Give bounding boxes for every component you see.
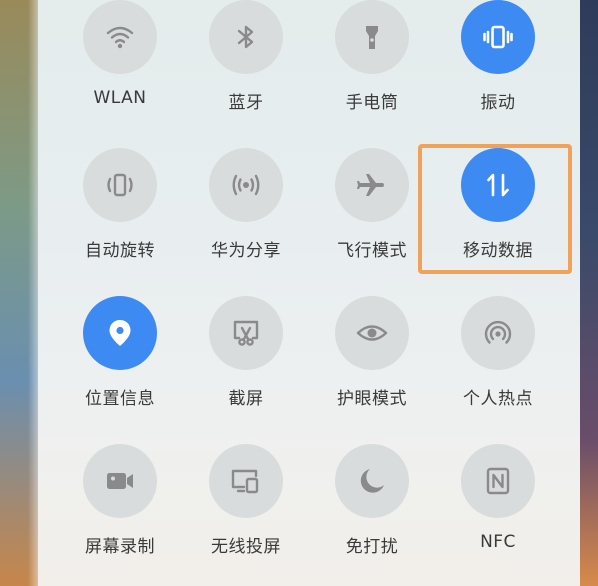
moon-icon — [360, 469, 384, 493]
tile-wireless-projection[interactable]: 无线投屏 — [176, 444, 316, 584]
location-icon — [109, 320, 131, 346]
auto-rotate-toggle[interactable] — [83, 148, 157, 222]
wifi-icon — [106, 26, 134, 49]
auto-rotate-icon — [107, 173, 133, 197]
tile-vibrate[interactable]: 振动 — [428, 0, 568, 140]
vibrate-icon — [483, 25, 513, 49]
huawei-share-icon — [232, 174, 260, 196]
tile-wlan[interactable]: WLAN — [50, 0, 190, 140]
tile-screen-record[interactable]: 屏幕录制 — [50, 444, 190, 584]
tile-eye-comfort[interactable]: 护眼模式 — [302, 296, 442, 436]
flashlight-toggle[interactable] — [335, 0, 409, 74]
location-label: 位置信息 — [85, 389, 155, 409]
bluetooth-label: 蓝牙 — [228, 93, 264, 113]
do-not-disturb-label: 免打扰 — [345, 537, 399, 557]
left-wallpaper-edge — [0, 0, 38, 586]
nfc-icon — [486, 467, 510, 495]
wlan-label: WLAN — [93, 88, 147, 108]
tile-huawei-share[interactable]: 华为分享 — [176, 148, 316, 288]
eye-comfort-toggle[interactable] — [335, 296, 409, 370]
tile-auto-rotate[interactable]: 自动旋转 — [50, 148, 190, 288]
tile-do-not-disturb[interactable]: 免打扰 — [302, 444, 442, 584]
flashlight-icon — [366, 26, 378, 49]
hotspot-label: 个人热点 — [463, 389, 533, 409]
huawei-share-label: 华为分享 — [211, 241, 281, 261]
wireless-projection-label: 无线投屏 — [211, 537, 281, 557]
hotspot-toggle[interactable] — [461, 296, 535, 370]
quick-settings-panel: WLAN 蓝牙 手电筒 振动 自动旋转 华为分享 飞行模式 移动数据 位置信息 … — [38, 0, 580, 586]
tile-flashlight[interactable]: 手电筒 — [302, 0, 442, 140]
tile-location[interactable]: 位置信息 — [50, 296, 190, 436]
airplane-mode-toggle[interactable] — [335, 148, 409, 222]
bluetooth-icon — [237, 25, 254, 49]
vibrate-toggle[interactable] — [461, 0, 535, 74]
screenshot-label: 截屏 — [228, 389, 264, 409]
screenshot-toggle[interactable] — [209, 296, 283, 370]
vibrate-label: 振动 — [480, 93, 516, 113]
nfc-label: NFC — [480, 532, 516, 552]
huawei-share-toggle[interactable] — [209, 148, 283, 222]
tile-bluetooth[interactable]: 蓝牙 — [176, 0, 316, 140]
wireless-projection-icon — [231, 469, 259, 494]
do-not-disturb-toggle[interactable] — [335, 444, 409, 518]
eye-comfort-label: 护眼模式 — [337, 389, 407, 409]
airplane-icon — [357, 174, 384, 196]
eye-icon — [356, 325, 388, 341]
location-toggle[interactable] — [83, 296, 157, 370]
flashlight-label: 手电筒 — [345, 93, 399, 113]
tile-screenshot[interactable]: 截屏 — [176, 296, 316, 436]
screen-record-icon — [107, 473, 133, 489]
screen-record-label: 屏幕录制 — [85, 537, 155, 557]
hotspot-icon — [484, 320, 512, 344]
right-wallpaper-edge — [580, 0, 598, 586]
bluetooth-toggle[interactable] — [209, 0, 283, 74]
nfc-toggle[interactable] — [461, 444, 535, 518]
airplane-mode-label: 飞行模式 — [337, 241, 407, 261]
screenshot-icon — [233, 320, 259, 346]
wireless-projection-toggle[interactable] — [209, 444, 283, 518]
tile-nfc[interactable]: NFC — [428, 444, 568, 584]
wlan-toggle[interactable] — [83, 0, 157, 74]
mobile-data-highlight-box — [418, 144, 572, 274]
screen-record-toggle[interactable] — [83, 444, 157, 518]
tile-hotspot[interactable]: 个人热点 — [428, 296, 568, 436]
auto-rotate-label: 自动旋转 — [85, 241, 155, 261]
